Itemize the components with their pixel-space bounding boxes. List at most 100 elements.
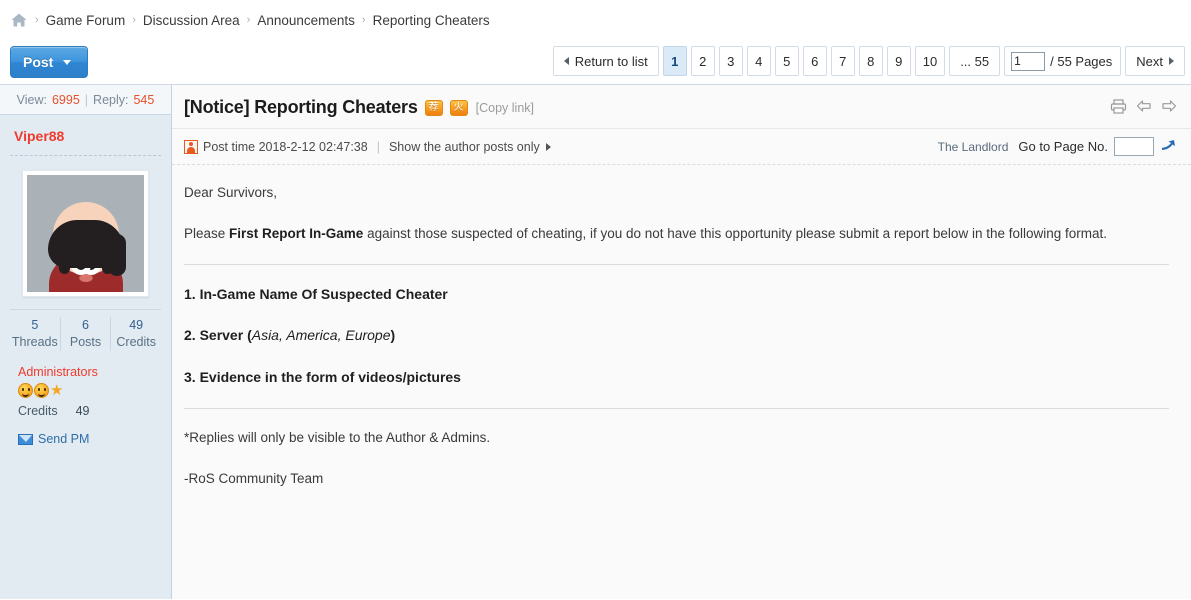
stat-credits-label: Credits [116,335,156,349]
avatar-cheek-right [79,274,93,282]
post-container: View: 6995 | Reply: 545 Viper88 5 Thread… [0,84,1191,599]
prev-post-icon[interactable] [1136,99,1152,116]
stat-credits-value: 49 [129,318,144,332]
next-page-button[interactable]: Next [1125,46,1185,76]
copy-link-button[interactable]: [Copy link] [476,101,534,115]
page-button-8[interactable]: 8 [858,46,883,76]
page-jump-input[interactable] [1011,51,1046,71]
hot-badge-icon: 火 [449,99,468,116]
smiley-medal-icon-2 [34,383,49,398]
post-intro: Please First Report In-Game against thos… [184,224,1169,244]
stat-posts-value: 6 [82,318,89,332]
breadcrumb-separator-4: › [361,14,366,26]
post-divider-top [184,264,1169,266]
next-post-icon[interactable] [1161,99,1177,116]
reply-label: Reply: [93,92,129,107]
post-item-2-main: 2. Server [184,327,248,344]
page-button-9[interactable]: 9 [886,46,911,76]
post-item-2: 2. Server (Asia, America, Europe) [184,325,1169,345]
page-button-3[interactable]: 3 [718,46,743,76]
post-intro-pre: Please [184,225,230,241]
recommended-badge-icon: 荐 [424,99,443,116]
post-item-2-servers: Asia, America, Europe [251,327,391,344]
avatar[interactable] [22,170,149,297]
post-meta-right: The Landlord Go to Page No. [938,137,1177,156]
landlord-label: The Landlord [937,139,1009,154]
author-credits-value: 49 [75,404,90,418]
page-jump-group: / 55 Pages [1004,46,1122,76]
show-author-posts-only-label: Show the author posts only [388,139,540,154]
post-title-bar: [Notice] Reporting Cheaters 荐 火 [Copy li… [172,85,1191,129]
breadcrumb-separator-1: › [35,14,39,26]
view-label: View: [16,92,47,107]
page-button-10[interactable]: 10 [914,46,946,76]
author-credits-label: Credits [18,404,58,418]
page-button-7[interactable]: 7 [830,46,855,76]
stat-posts[interactable]: 6 Posts [61,317,112,351]
sidebar-divider [10,155,161,156]
author-stats: 5 Threads 6 Posts 49 Credits [10,309,161,351]
goto-page-input[interactable] [1114,137,1154,156]
avatar-hair [47,220,126,276]
post-item-3: 3. Evidence in the form of videos/pictur… [184,368,461,385]
author-group-name[interactable]: Administrators [18,365,171,379]
post-button-label: Post [23,54,54,70]
post-divider-bottom [184,408,1169,410]
avatar-image [27,175,144,292]
print-icon[interactable] [1110,98,1127,117]
breadcrumb-item-discussion-area[interactable]: Discussion Area [143,13,240,28]
stat-threads-value: 5 [31,318,39,332]
stat-threads-label: Threads [11,335,58,349]
post-button[interactable]: Post [10,46,88,78]
page-button-6[interactable]: 6 [802,46,827,76]
toolbar: Post Return to list 1 2 3 4 5 6 7 8 9 10… [0,40,1191,84]
pagination: Return to list 1 2 3 4 5 6 7 8 9 10 ... … [552,46,1185,76]
post-intro-bold: First Report In-Game [229,225,364,241]
post-title-actions [1110,98,1177,117]
breadcrumb-item-reporting-cheaters[interactable]: Reporting Cheaters [373,13,490,28]
meta-divider: | [376,139,380,154]
post-meta-bar: Post time 2018-2-12 02:47:38 | Show the … [172,129,1191,165]
post-body: Dear Survivors, Please First Report In-G… [172,165,1191,599]
return-to-list-button[interactable]: Return to list [552,46,659,76]
post-content-column: [Notice] Reporting Cheaters 荐 火 [Copy li… [172,85,1191,599]
chevron-right-icon [1169,57,1174,65]
star-medal-icon: ★ [50,382,64,399]
view-reply-bar: View: 6995 | Reply: 545 [0,85,171,115]
page-button-1[interactable]: 1 [662,46,687,76]
post-greeting: Dear Survivors, [184,185,278,200]
page-button-5[interactable]: 5 [774,46,799,76]
author-username[interactable]: Viper88 [0,115,171,155]
author-badge-icon [184,139,198,154]
jump-arrow-icon[interactable] [1160,137,1177,156]
send-pm-button[interactable]: Send PM [18,432,171,446]
page-button-2[interactable]: 2 [690,46,715,76]
page-jump-suffix: / 55 Pages [1050,53,1113,69]
view-count: 6995 [51,92,80,107]
chevron-down-icon [63,59,72,65]
author-medals: ★ [18,383,171,398]
page-button-last[interactable]: ... 55 [949,46,1001,76]
goto-page-group: Go to Page No. [1018,137,1177,156]
reply-count: 545 [133,92,155,107]
page-title: [Notice] Reporting Cheaters [184,97,418,117]
chevron-left-icon [563,57,569,65]
breadcrumb-item-game-forum[interactable]: Game Forum [46,13,126,28]
return-to-list-label: Return to list [574,53,648,69]
breadcrumb-separator-3: › [246,14,251,26]
home-icon[interactable] [10,12,28,28]
show-author-posts-only-button[interactable]: Show the author posts only [389,140,551,154]
send-pm-label: Send PM [38,432,90,446]
page-button-4[interactable]: 4 [746,46,771,76]
post-time: Post time 2018-2-12 02:47:38 [203,139,368,154]
post-item-1: 1. In-Game Name Of Suspected Cheater [184,286,448,303]
goto-page-label: Go to Page No. [1018,139,1108,154]
breadcrumb-separator-2: › [132,14,136,26]
author-credits-row: Credits 49 [18,404,171,418]
breadcrumb: › Game Forum › Discussion Area › Announc… [0,0,1191,40]
breadcrumb-item-announcements[interactable]: Announcements [257,13,355,28]
stat-credits[interactable]: 49 Credits [111,317,161,351]
stat-threads[interactable]: 5 Threads [10,317,61,351]
avatar-face [47,202,126,282]
author-group-block: Administrators ★ Credits 49 Send PM [0,351,171,446]
